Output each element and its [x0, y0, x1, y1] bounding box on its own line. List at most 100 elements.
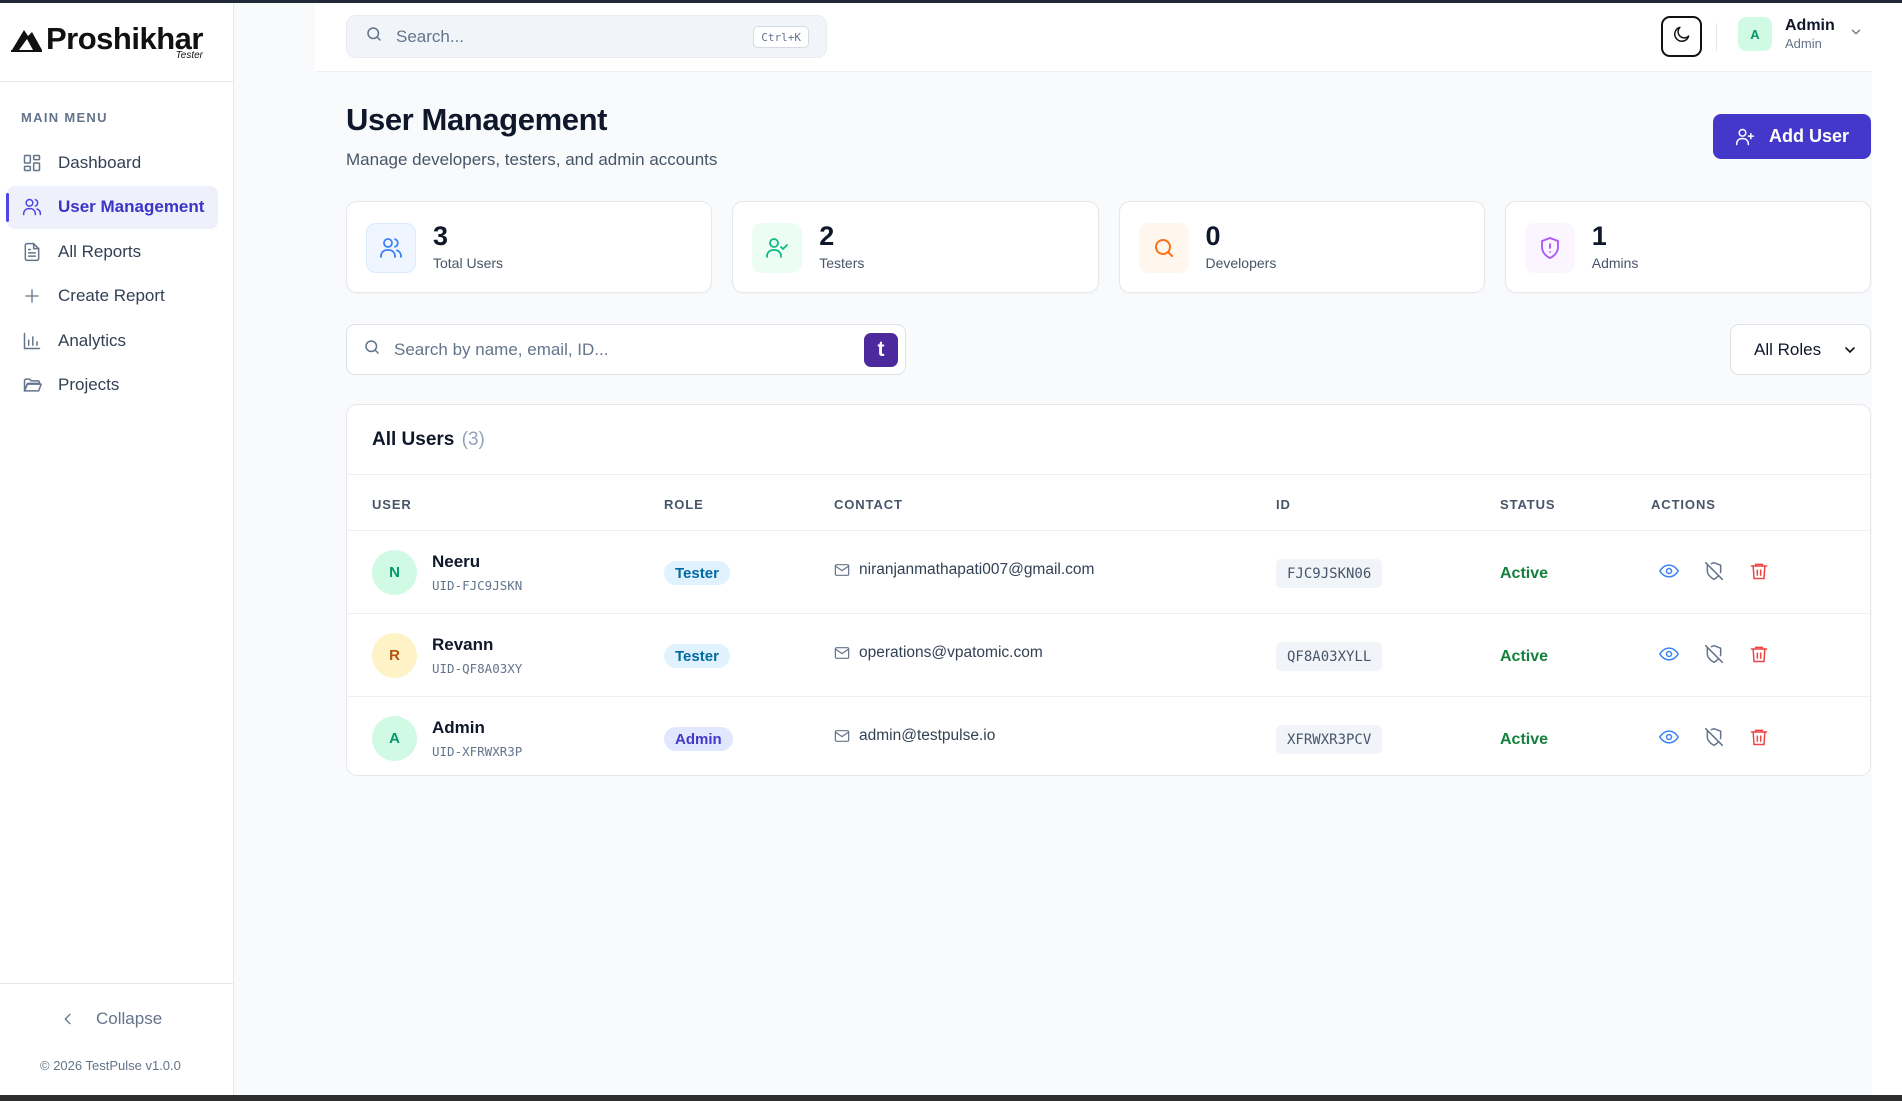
shield-off-icon[interactable] [1703, 726, 1725, 748]
sidebar-item-label: User Management [58, 197, 205, 216]
status-badge: Active [1500, 648, 1549, 665]
stat-card-testers: 2 Testers [732, 201, 1099, 293]
sidebar-item-label: Projects [58, 375, 120, 394]
mountain-logo-icon [11, 26, 43, 52]
main-menu-title: MAIN MENU [21, 110, 108, 125]
sidebar-item-analytics[interactable]: Analytics [7, 319, 218, 362]
sidebar-item-create-report[interactable]: Create Report [7, 275, 218, 318]
user-uid: UID-QF8A03XY [432, 661, 523, 676]
table-header: USER ROLE CONTACT ID STATUS ACTIONS [347, 475, 1870, 531]
mail-icon [834, 728, 850, 744]
stat-label: Testers [819, 255, 865, 271]
global-search-input[interactable]: Search... Ctrl+K [346, 15, 827, 58]
add-user-label: Add User [1768, 126, 1849, 146]
page-subtitle: Manage developers, testers, and admin ac… [346, 150, 718, 169]
view-eye-icon[interactable] [1658, 560, 1680, 582]
sidebar-item-dashboard[interactable]: Dashboard [7, 141, 218, 184]
role-badge: Tester [664, 561, 730, 585]
table-row: R Revann UID-QF8A03XY Tester operations@… [347, 614, 1870, 697]
stat-card-total-users: 3 Total Users [346, 201, 713, 293]
table-count: (3) [461, 429, 485, 450]
column-header-actions: ACTIONS [1651, 497, 1716, 512]
column-header-user: USER [372, 497, 412, 512]
stat-value: 1 [1591, 221, 1607, 251]
role-filter-select[interactable]: All Roles [1730, 324, 1871, 375]
shield-alert-icon [1524, 223, 1575, 273]
user-search-input[interactable]: Search by name, email, ID... t [346, 324, 906, 375]
user-contact: admin@testpulse.io [834, 727, 995, 745]
moon-icon [1672, 24, 1692, 49]
stat-card-developers: 0 Developers [1118, 201, 1485, 293]
user-contact: operations@vpatomic.com [834, 644, 1043, 662]
add-user-button[interactable]: Add User [1713, 114, 1871, 159]
role-filter-value: All Roles [1754, 339, 1822, 359]
stat-value: 0 [1205, 221, 1221, 251]
stat-value: 2 [819, 221, 835, 251]
view-eye-icon[interactable] [1658, 643, 1680, 665]
bar-chart-icon [21, 330, 43, 352]
sidebar-item-label: Create Report [58, 286, 165, 305]
role-badge: Tester [664, 644, 730, 668]
column-header-contact: CONTACT [834, 497, 903, 512]
chevron-left-icon [60, 1011, 76, 1027]
folder-icon [21, 374, 43, 396]
user-uid: UID-FJC9JSKN [432, 578, 523, 593]
stats-row: 3 Total Users 2 Testers 0 Developers 1 A… [346, 201, 1871, 293]
user-email: admin@testpulse.io [859, 727, 996, 744]
page-title: User Management [346, 102, 608, 137]
table-title-text: All Users [372, 429, 455, 450]
avatar: A [1738, 17, 1772, 51]
user-id: XFRWXR3PCV [1276, 725, 1383, 754]
sidebar-item-label: Dashboard [58, 152, 142, 172]
search-icon [365, 25, 383, 48]
collapse-button[interactable]: Collapse [60, 1009, 162, 1029]
trash-icon[interactable] [1748, 726, 1770, 748]
row-actions [1658, 560, 1770, 582]
user-uid: UID-XFRWXR3P [432, 744, 523, 759]
user-email: niranjanmathapati007@gmail.com [859, 561, 1095, 578]
shield-off-icon[interactable] [1703, 643, 1725, 665]
table-row: N Neeru UID-FJC9JSKN Tester niranjanmath… [347, 531, 1870, 614]
table-row: A Admin UID-XFRWXR3P Admin admin@testpul… [347, 697, 1870, 775]
users-icon [366, 223, 416, 273]
trash-icon[interactable] [1748, 560, 1770, 582]
stat-label: Developers [1205, 255, 1277, 271]
mail-icon [834, 562, 850, 578]
row-actions [1658, 643, 1770, 665]
shield-off-icon[interactable] [1703, 560, 1725, 582]
plus-icon [21, 285, 43, 307]
table-card-header: All Users (3) [347, 405, 1870, 475]
dashboard-grid-icon [21, 152, 43, 174]
user-check-icon [752, 223, 803, 273]
sidebar-item-user-management[interactable]: User Management [6, 185, 218, 229]
copyright: © 2026 TestPulse v1.0.0 [40, 1058, 181, 1073]
avatar: R [372, 633, 417, 678]
topbar-divider [1716, 23, 1717, 51]
trash-icon[interactable] [1748, 643, 1770, 665]
column-header-status: STATUS [1500, 497, 1556, 512]
search-icon [363, 338, 381, 361]
status-badge: Active [1500, 731, 1549, 748]
brand[interactable]: Proshikhar Tester [0, 3, 233, 82]
avatar: N [372, 550, 417, 595]
users-icon [21, 196, 43, 218]
user-contact: niranjanmathapati007@gmail.com [834, 561, 1094, 579]
extension-badge-icon[interactable]: t [864, 333, 898, 367]
collapse-label: Collapse [96, 1009, 163, 1028]
view-eye-icon[interactable] [1658, 726, 1680, 748]
sidebar-item-projects[interactable]: Projects [7, 364, 218, 407]
sidebar-item-all-reports[interactable]: All Reports [7, 230, 218, 273]
role-badge: Admin [664, 727, 733, 751]
row-actions [1658, 726, 1770, 748]
stat-card-admins: 1 Admins [1504, 201, 1871, 293]
sidebar-footer: Collapse © 2026 TestPulse v1.0.0 [0, 983, 234, 1095]
user-profile-menu[interactable]: A Admin Admin [1738, 17, 1863, 51]
user-id: FJC9JSKN06 [1276, 559, 1383, 588]
column-header-id: ID [1276, 497, 1291, 512]
brand-logo: Proshikhar [11, 21, 203, 57]
column-header-role: ROLE [664, 497, 704, 512]
topbar: Search... Ctrl+K A Admin Admin [315, 3, 1872, 72]
user-name: Revann [432, 635, 494, 654]
profile-name: Admin [1785, 17, 1835, 35]
theme-toggle-button[interactable] [1661, 16, 1702, 57]
